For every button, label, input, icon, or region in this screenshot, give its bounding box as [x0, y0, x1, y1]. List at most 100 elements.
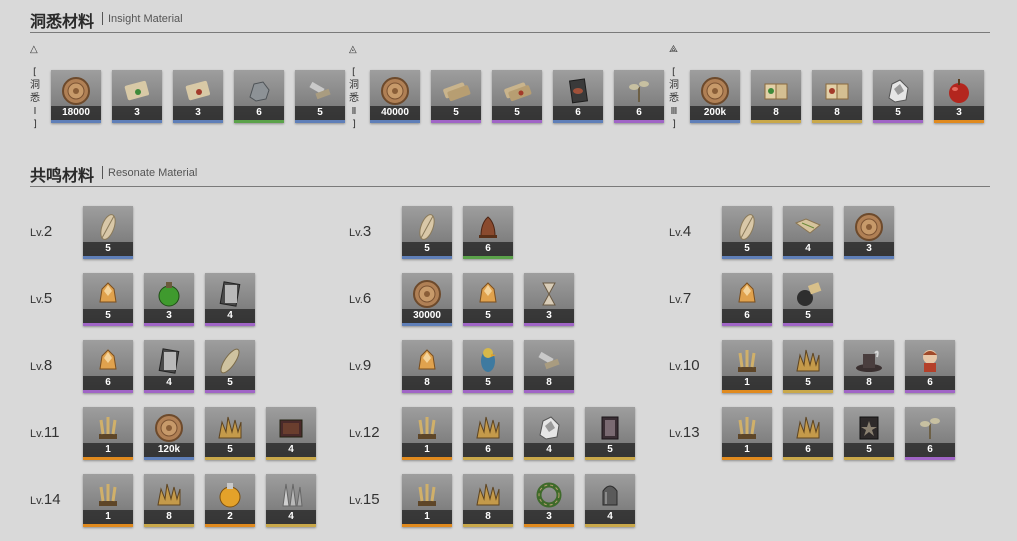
material-item[interactable]: 6	[614, 70, 664, 123]
item-count: 6	[614, 106, 664, 120]
rarity-bar	[722, 323, 772, 326]
material-item[interactable]: 2	[205, 474, 255, 527]
material-item[interactable]: 6	[553, 70, 603, 123]
level-prefix: Lv.	[349, 428, 363, 440]
material-item[interactable]: 6	[234, 70, 284, 123]
material-item[interactable]: 1	[402, 474, 452, 527]
material-item[interactable]: 5	[873, 70, 923, 123]
level-label: Lv.2	[30, 223, 52, 241]
rarity-bar	[553, 120, 603, 123]
material-item[interactable]: 1	[722, 340, 772, 393]
material-item[interactable]: 6	[463, 206, 513, 259]
rarity-bar	[844, 457, 894, 460]
material-item[interactable]: 8	[844, 340, 894, 393]
material-item[interactable]: 5	[783, 340, 833, 393]
level-prefix: Lv.	[669, 227, 683, 239]
parrot-icon	[472, 345, 504, 377]
rarity-bar	[112, 120, 162, 123]
material-item[interactable]: 8	[463, 474, 513, 527]
material-item[interactable]: 6	[905, 340, 955, 393]
material-item[interactable]: 4	[524, 407, 574, 460]
material-item[interactable]: 3	[934, 70, 984, 123]
level-number: 6	[362, 290, 372, 307]
material-item[interactable]: 8	[524, 340, 574, 393]
wheat-gold-icon	[92, 412, 124, 444]
material-item[interactable]: 5	[431, 70, 481, 123]
material-item[interactable]: 5	[83, 206, 133, 259]
ore-icon	[243, 75, 275, 107]
rarity-bar	[83, 256, 133, 259]
material-item[interactable]: 6	[905, 407, 955, 460]
level-prefix: Lv.	[349, 495, 363, 507]
material-item[interactable]: 3	[844, 206, 894, 259]
material-item[interactable]: 4	[266, 407, 316, 460]
material-item[interactable]: 3	[524, 474, 574, 527]
wreath-icon	[533, 479, 565, 511]
material-item[interactable]: 4	[144, 340, 194, 393]
rarity-bar	[751, 120, 801, 123]
material-item[interactable]: 6	[83, 340, 133, 393]
material-item[interactable]: 3	[173, 70, 223, 123]
item-count: 2	[205, 510, 255, 524]
level-prefix: Lv.	[30, 495, 44, 507]
level-label: Lv.14	[30, 491, 61, 509]
material-item[interactable]: 1	[722, 407, 772, 460]
material-item[interactable]: 6	[783, 407, 833, 460]
material-item[interactable]: 3	[112, 70, 162, 123]
material-item[interactable]: 5	[722, 206, 772, 259]
level-number: 7	[682, 290, 692, 307]
item-count: 6	[905, 443, 955, 457]
material-item[interactable]: 5	[83, 273, 133, 326]
material-item[interactable]: 30000	[402, 273, 452, 326]
blades-icon	[275, 479, 307, 511]
material-item[interactable]: 5	[463, 340, 513, 393]
rarity-bar	[934, 120, 984, 123]
level-number: 5	[43, 290, 53, 307]
material-item[interactable]: 4	[783, 206, 833, 259]
material-item[interactable]: 5	[205, 407, 255, 460]
material-item[interactable]: 8	[751, 70, 801, 123]
material-item[interactable]: 3	[524, 273, 574, 326]
material-item[interactable]: 40000	[370, 70, 420, 123]
level-label: Lv.7	[669, 290, 691, 308]
material-item[interactable]: 1	[402, 407, 452, 460]
material-item[interactable]: 3	[144, 273, 194, 326]
tier-rank-icon: △	[30, 44, 38, 55]
tier-label: [洞悉 Ⅱ]	[349, 66, 359, 131]
item-count: 5	[463, 376, 513, 390]
material-item[interactable]: 4	[585, 474, 635, 527]
material-item[interactable]: 6	[463, 407, 513, 460]
hat-icon	[853, 345, 885, 377]
title-separator	[102, 12, 103, 25]
material-item[interactable]: 5	[492, 70, 542, 123]
material-item[interactable]: 6	[722, 273, 772, 326]
level-prefix: Lv.	[669, 361, 683, 373]
level-number: 8	[43, 357, 53, 374]
material-item[interactable]: 18000	[51, 70, 101, 123]
material-item[interactable]: 5	[463, 273, 513, 326]
level-label: Lv.12	[349, 424, 380, 442]
material-item[interactable]: 5	[783, 273, 833, 326]
item-count: 4	[266, 510, 316, 524]
material-item[interactable]: 8	[402, 340, 452, 393]
material-item[interactable]: 5	[295, 70, 345, 123]
material-item[interactable]: 5	[585, 407, 635, 460]
material-item[interactable]: 8	[812, 70, 862, 123]
stone-slab-icon	[153, 345, 185, 377]
ore-white-icon	[882, 75, 914, 107]
material-item[interactable]: 5	[844, 407, 894, 460]
material-item[interactable]: 5	[402, 206, 452, 259]
item-count: 6	[783, 443, 833, 457]
material-item[interactable]: 200k	[690, 70, 740, 123]
material-item[interactable]: 5	[205, 340, 255, 393]
item-count: 3	[524, 510, 574, 524]
material-item[interactable]: 4	[205, 273, 255, 326]
coin-icon	[411, 278, 443, 310]
material-item[interactable]: 1	[83, 474, 133, 527]
material-item[interactable]: 4	[266, 474, 316, 527]
material-item[interactable]: 1	[83, 407, 133, 460]
item-count: 5	[83, 309, 133, 323]
material-item[interactable]: 8	[144, 474, 194, 527]
rarity-bar	[905, 390, 955, 393]
material-item[interactable]: 120k	[144, 407, 194, 460]
